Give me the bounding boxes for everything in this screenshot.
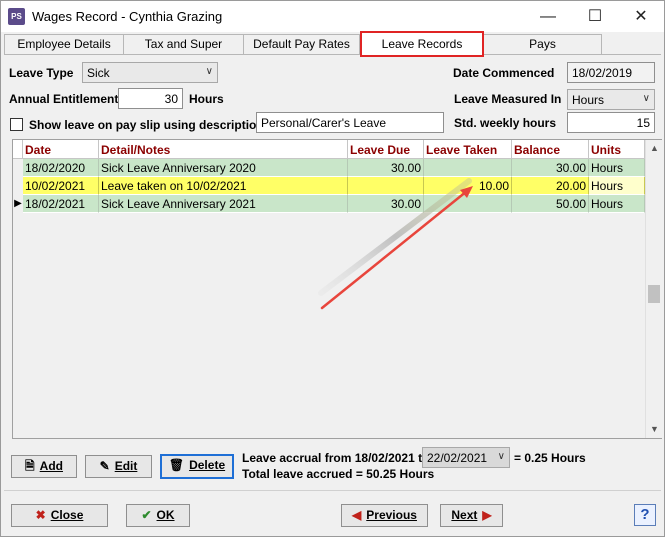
leave-measured-value: Hours	[572, 93, 605, 107]
column-header-detail[interactable]: Detail/Notes	[99, 140, 348, 159]
chevron-down-icon: ∨	[642, 93, 650, 104]
tab-pays[interactable]: Pays	[483, 34, 602, 54]
chevron-down-icon: ∨	[497, 451, 505, 462]
edit-icon: ✎	[99, 459, 110, 473]
cell-units[interactable]: Hours	[589, 177, 645, 195]
tab-default-pay-rates[interactable]: Default Pay Rates	[243, 34, 360, 54]
cell-date[interactable]: 18/02/2020	[23, 159, 99, 177]
leave-type-label: Leave Type	[9, 66, 74, 80]
edit-button[interactable]: ✎ Edit	[85, 455, 152, 478]
cell-detail[interactable]: Sick Leave Anniversary 2021	[99, 195, 348, 213]
new-page-icon: 🗎	[25, 459, 35, 473]
column-header-leave-due[interactable]: Leave Due	[348, 140, 424, 159]
accrual-prefix-text: Leave accrual from 18/02/2021 to	[242, 451, 430, 465]
app-icon: PS	[8, 8, 25, 25]
next-button-label: Next	[451, 508, 478, 522]
delete-button-label: Delete	[189, 458, 226, 472]
cell-balance[interactable]: 50.00	[512, 195, 589, 213]
tab-leave-records[interactable]: Leave Records	[360, 31, 484, 57]
next-button[interactable]: Next ▶	[440, 504, 503, 527]
maximize-button[interactable]: ☐	[572, 1, 618, 32]
date-commenced-label: Date Commenced	[453, 66, 555, 80]
close-window-button[interactable]: ✕	[618, 1, 664, 32]
accrual-date-value: 22/02/2021	[427, 451, 488, 465]
help-button[interactable]: ?	[634, 504, 656, 526]
accrual-result-text: = 0.25 Hours	[514, 451, 586, 465]
annual-entitlement-unit: Hours	[189, 92, 224, 106]
total-accrued-text: Total leave accrued = 50.25 Hours	[242, 467, 435, 481]
arrow-left-icon: ◀	[352, 508, 362, 522]
cell-leave-taken[interactable]	[424, 159, 512, 177]
current-row-marker-icon: ▶	[13, 195, 23, 213]
leave-measured-select[interactable]: Hours ∨	[567, 89, 655, 110]
add-button-label: Add	[39, 459, 63, 473]
cell-leave-taken[interactable]: 10.00	[424, 177, 512, 195]
cell-leave-taken[interactable]	[424, 195, 512, 213]
header-corner	[13, 140, 23, 159]
close-button-label: Close	[50, 508, 84, 522]
close-button[interactable]: ✖ Close	[11, 504, 108, 527]
show-on-payslip-label: Show leave on pay slip using description	[29, 118, 264, 132]
footer-divider	[4, 490, 661, 491]
wages-record-window: PS Wages Record - Cynthia Grazing — ☐ ✕ …	[0, 0, 665, 537]
leave-records-panel: Leave Type Sick ∨ Annual Entitlement 30 …	[4, 54, 662, 486]
tab-bar: Employee Details Tax and Super Default P…	[4, 31, 604, 57]
vertical-scrollbar[interactable]: ▲ ▼	[645, 140, 662, 438]
title-bar: PS Wages Record - Cynthia Grazing — ☐ ✕	[1, 1, 664, 32]
previous-button[interactable]: ◀ Previous	[341, 504, 428, 527]
cell-balance[interactable]: 20.00	[512, 177, 589, 195]
edit-button-label: Edit	[114, 459, 138, 473]
row-indicator	[13, 159, 23, 177]
ok-button-label: OK	[156, 508, 175, 522]
cell-units[interactable]: Hours	[589, 195, 645, 213]
previous-button-label: Previous	[366, 508, 417, 522]
std-weekly-hours-input[interactable]: 15	[567, 112, 655, 133]
window-title: Wages Record - Cynthia Grazing	[32, 9, 223, 24]
close-x-icon: ✖	[35, 508, 46, 522]
cell-balance[interactable]: 30.00	[512, 159, 589, 177]
column-header-balance[interactable]: Balance	[512, 140, 589, 159]
column-header-date[interactable]: Date	[23, 140, 99, 159]
cell-leave-due[interactable]	[348, 177, 424, 195]
show-on-payslip-checkbox[interactable]	[10, 118, 23, 131]
leave-type-value: Sick	[87, 66, 110, 80]
column-header-units[interactable]: Units	[589, 140, 645, 159]
scroll-up-icon[interactable]: ▲	[646, 140, 663, 157]
ok-button[interactable]: ✔ OK	[126, 504, 190, 527]
scroll-down-icon[interactable]: ▼	[646, 421, 663, 438]
std-weekly-hours-label: Std. weekly hours	[454, 116, 557, 130]
checkmark-icon: ✔	[141, 508, 152, 522]
cell-date[interactable]: 18/02/2021	[23, 195, 99, 213]
cell-units[interactable]: Hours	[589, 159, 645, 177]
arrow-right-icon: ▶	[482, 508, 492, 522]
payslip-description-input[interactable]: Personal/Carer's Leave	[256, 112, 444, 133]
grid-body: Date Detail/Notes Leave Due Leave Taken …	[13, 140, 645, 438]
tab-employee-details[interactable]: Employee Details	[4, 34, 124, 54]
minimize-button[interactable]: —	[525, 1, 571, 32]
annual-entitlement-input[interactable]: 30	[118, 88, 183, 109]
trash-icon: 🗑	[168, 458, 185, 472]
add-button[interactable]: 🗎 Add	[11, 455, 77, 478]
cell-leave-due[interactable]: 30.00	[348, 195, 424, 213]
tab-tax-and-super[interactable]: Tax and Super	[123, 34, 244, 54]
cell-leave-due[interactable]: 30.00	[348, 159, 424, 177]
chevron-down-icon: ∨	[205, 66, 213, 77]
row-indicator	[13, 177, 23, 195]
accrual-date-select[interactable]: 22/02/2021 ∨	[422, 447, 510, 468]
annual-entitlement-label: Annual Entitlement	[9, 92, 119, 106]
leave-measured-label: Leave Measured In	[454, 92, 562, 106]
leave-type-select[interactable]: Sick ∨	[82, 62, 218, 83]
date-commenced-field[interactable]: 18/02/2019	[567, 62, 655, 83]
scroll-thumb[interactable]	[648, 285, 660, 303]
cell-date[interactable]: 10/02/2021	[23, 177, 99, 195]
column-header-leave-taken[interactable]: Leave Taken	[424, 140, 512, 159]
delete-button[interactable]: 🗑 Delete	[160, 454, 234, 479]
cell-detail[interactable]: Sick Leave Anniversary 2020	[99, 159, 348, 177]
cell-detail[interactable]: Leave taken on 10/02/2021	[99, 177, 348, 195]
leave-records-grid[interactable]: Date Detail/Notes Leave Due Leave Taken …	[12, 139, 662, 439]
